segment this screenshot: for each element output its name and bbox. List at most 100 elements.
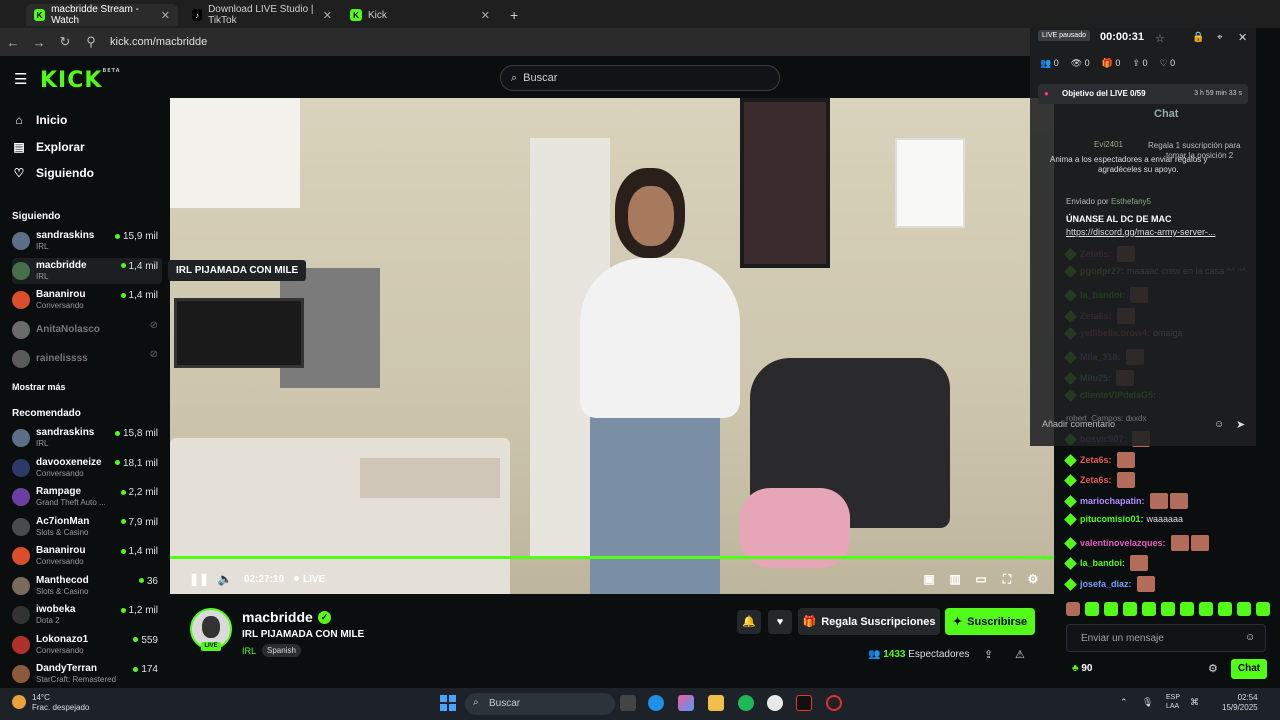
sidebar-item-siguiendo[interactable]: ♡ Siguiendo — [12, 166, 94, 180]
emote-icon[interactable] — [1066, 602, 1080, 616]
tray-chevron-icon[interactable]: ⌃ — [1120, 697, 1128, 708]
video-progress-bar[interactable] — [170, 556, 1054, 559]
url-field[interactable]: kick.com/macbridde — [110, 36, 207, 48]
sidebar-channel[interactable]: Ac7ionMan Slots & Casino 7,9 mil — [12, 514, 162, 540]
spotify-icon[interactable] — [738, 695, 754, 711]
emote-icon[interactable] — [1256, 602, 1270, 616]
weather-widget[interactable]: 14°C Frac. despejado — [32, 693, 89, 713]
network-icon[interactable]: ⌘ — [1190, 697, 1199, 708]
emote-icon[interactable] — [1104, 602, 1118, 616]
sidebar-channel[interactable]: AnitaNolasco ⊘ — [12, 317, 162, 343]
sidebar-channel[interactable]: Lokonazo1 Conversando 559 — [12, 632, 162, 658]
chat-send-button[interactable]: Chat — [1231, 659, 1267, 679]
emote-icon[interactable] — [1085, 602, 1099, 616]
pin-icon[interactable]: ⌖ — [1217, 32, 1223, 43]
close-icon[interactable]: ✕ — [161, 9, 170, 22]
sidebar-channel[interactable]: DandyTerran StarCraft: Remastered 174 — [12, 661, 162, 687]
subscribe-button[interactable]: ✦ Suscribirse — [945, 608, 1035, 635]
emote-icon[interactable] — [1218, 602, 1232, 616]
edge-icon[interactable] — [648, 695, 664, 711]
close-icon[interactable]: ✕ — [323, 9, 332, 22]
sidebar-channel[interactable]: sandraskins IRL 15,9 mil — [12, 228, 162, 254]
sidebar-item-inicio[interactable]: ⌂ Inicio — [12, 113, 67, 127]
kick-logo[interactable]: KICKBETA — [40, 68, 121, 93]
taskbar-search[interactable]: ⌕ Buscar — [465, 693, 615, 715]
volume-icon[interactable]: 🔈 — [212, 572, 238, 586]
video-player[interactable]: ❚❚ 🔈 02:27:10 LIVE ▣ ▥ ▭ ⛶ ⚙ — [170, 98, 1054, 594]
show-more-link[interactable]: Mostrar más — [12, 382, 66, 392]
stream-category[interactable]: IRL — [242, 646, 256, 656]
sidebar-item-explorar[interactable]: ▤ Explorar — [12, 140, 84, 154]
overlay-emoji-icon[interactable]: ☺ — [1214, 419, 1224, 430]
task-view-icon[interactable] — [620, 695, 636, 711]
sidebar-channel[interactable]: sandraskins IRL 15,8 mil — [12, 425, 162, 451]
share-icon[interactable]: ⇪ — [984, 648, 993, 661]
keyboard-language[interactable]: ESP LAA — [1166, 693, 1180, 711]
sidebar-channel[interactable]: rainelissss ⊘ — [12, 346, 162, 372]
chat-username[interactable]: josefa_diaz: — [1080, 579, 1132, 589]
report-icon[interactable]: ⚠ — [1015, 648, 1025, 661]
forward-icon[interactable]: → — [26, 35, 52, 50]
tiktok-icon[interactable] — [796, 695, 812, 711]
chat-username[interactable]: la_bandoi: — [1080, 558, 1125, 568]
file-explorer-icon[interactable] — [708, 695, 724, 711]
emote-icon[interactable] — [1180, 602, 1194, 616]
emote-icon[interactable] — [1237, 602, 1251, 616]
channel-points[interactable]: ♣ 90 — [1072, 663, 1092, 674]
sidebar-channel[interactable]: davooxeneize Conversando 18,1 mil — [12, 455, 162, 481]
pinned-link[interactable]: https://discord.gg/mac-army-server-... — [1066, 227, 1216, 237]
overlay-send-icon[interactable]: ➤ — [1236, 418, 1245, 431]
overlay-comment-input[interactable]: Añadir comentario — [1036, 414, 1226, 434]
chat-username[interactable]: mariochapatin: — [1080, 496, 1145, 506]
microphone-icon[interactable]: 🎙 — [1142, 697, 1153, 708]
back-icon[interactable]: ← — [0, 35, 26, 50]
theater-icon[interactable]: ▭ — [968, 572, 994, 586]
chat-username[interactable]: Zeta6s: — [1080, 475, 1112, 485]
sidebar-channel[interactable]: Bananirou Conversando 1,4 mil — [12, 543, 162, 569]
settings-icon[interactable]: ⚙ — [1020, 572, 1046, 586]
channel-category: Slots & Casino — [36, 527, 89, 537]
chat-input[interactable]: Enviar un mensaje — [1066, 624, 1266, 652]
start-icon[interactable] — [440, 695, 456, 711]
tab-kick[interactable]: K Kick ✕ — [342, 4, 498, 26]
clip-icon[interactable]: ▥ — [942, 572, 968, 586]
tab-macbridde[interactable]: K macbridde Stream - Watch ✕ — [26, 4, 178, 26]
chat-settings-icon[interactable]: ⚙ — [1208, 662, 1218, 675]
chat-username[interactable]: Zeta6s: — [1080, 455, 1112, 465]
emote-icon[interactable] — [1199, 602, 1213, 616]
fullscreen-icon[interactable]: ⛶ — [994, 572, 1020, 587]
chat-username[interactable]: valentinovelazques: — [1080, 538, 1166, 548]
pause-icon[interactable]: ❚❚ — [186, 572, 212, 586]
notification-bell-icon[interactable]: 🔔 — [737, 610, 761, 634]
channel-name[interactable]: macbridde — [242, 609, 313, 625]
copilot-icon[interactable] — [678, 695, 694, 711]
clock[interactable]: 02:54 15/9/2025 — [1222, 693, 1258, 713]
chat-username[interactable]: pitucomisio01: — [1080, 514, 1144, 524]
sidebar-channel[interactable]: iwobeka Dota 2 1,2 mil — [12, 602, 162, 628]
scrollbar[interactable] — [1270, 56, 1280, 688]
sidebar-channel[interactable]: Rampage Grand Theft Auto ... 2,2 mil — [12, 484, 162, 510]
sidebar-channel[interactable]: macbridde IRL 1,4 mil — [12, 257, 162, 284]
lock-icon[interactable]: 🔒 — [1192, 32, 1204, 43]
star-icon[interactable]: ☆ — [1155, 32, 1165, 45]
site-info-icon[interactable]: ⚲ — [78, 34, 104, 50]
emote-icon[interactable] — [1161, 602, 1175, 616]
follow-heart-icon[interactable]: ♥ — [768, 610, 792, 634]
overlay-close-icon[interactable]: ✕ — [1238, 31, 1247, 44]
sidebar-channel[interactable]: Manthecod Slots & Casino 36 — [12, 573, 162, 599]
search-input[interactable]: ⌕ Buscar — [500, 65, 780, 91]
menu-icon[interactable]: ☰ — [14, 70, 27, 88]
close-icon[interactable]: ✕ — [481, 9, 490, 22]
language-tag[interactable]: Spanish — [262, 644, 301, 657]
pip-icon[interactable]: ▣ — [916, 572, 942, 586]
tab-tiktok[interactable]: ♪ Download LIVE Studio | TikTok ✕ — [184, 4, 340, 26]
emoji-icon[interactable]: ☺ — [1245, 632, 1255, 643]
gift-subs-button[interactable]: 🎁 Regala Suscripciones — [798, 608, 940, 635]
reload-icon[interactable]: ↻ — [52, 34, 78, 50]
sidebar-channel[interactable]: Bananirou Conversando 1,4 mil — [12, 287, 162, 313]
emote-icon[interactable] — [1142, 602, 1156, 616]
new-tab-button[interactable]: + — [502, 4, 522, 26]
chrome-icon[interactable] — [767, 695, 783, 711]
emote-icon[interactable] — [1123, 602, 1137, 616]
obs-icon[interactable] — [826, 695, 842, 711]
